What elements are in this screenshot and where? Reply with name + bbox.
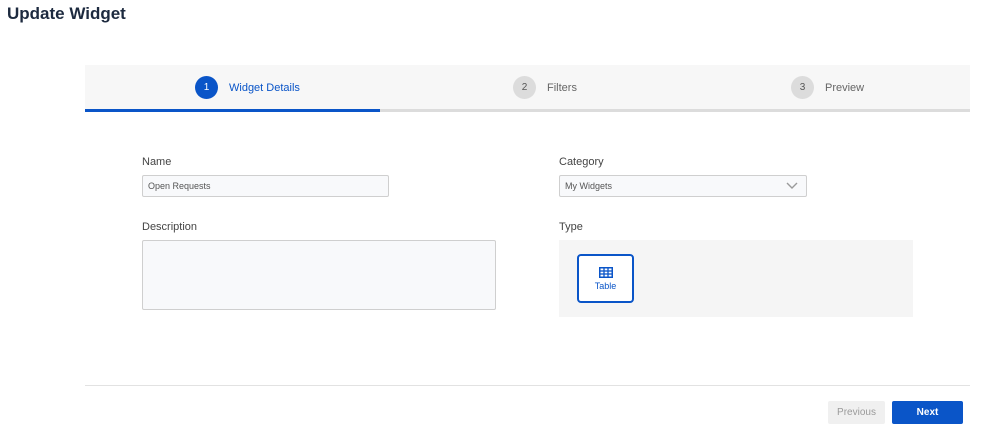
- name-label: Name: [142, 156, 172, 168]
- type-option-table[interactable]: Table: [577, 254, 634, 303]
- step-filters[interactable]: 2 Filters: [513, 76, 577, 99]
- step-label: Widget Details: [229, 81, 300, 94]
- step-number: 3: [791, 76, 814, 99]
- wizard-stepper: 1 Widget Details 2 Filters 3 Preview: [85, 65, 970, 112]
- next-button[interactable]: Next: [892, 401, 963, 424]
- name-input[interactable]: Open Requests: [142, 175, 389, 197]
- description-textarea[interactable]: [142, 240, 496, 310]
- step-label: Preview: [825, 81, 865, 94]
- type-options-panel: Table: [559, 240, 913, 317]
- category-label: Category: [559, 156, 604, 168]
- step-number: 2: [513, 76, 536, 99]
- description-label: Description: [142, 221, 198, 233]
- previous-button[interactable]: Previous: [828, 401, 885, 424]
- type-label: Type: [559, 221, 583, 233]
- table-icon: [598, 266, 613, 278]
- chevron-down-icon: [786, 182, 798, 189]
- step-preview[interactable]: 3 Preview: [791, 76, 864, 99]
- type-option-label: Table: [594, 280, 617, 291]
- step-widget-details[interactable]: 1 Widget Details: [195, 76, 300, 99]
- step-number: 1: [195, 76, 218, 99]
- category-select[interactable]: My Widgets: [559, 175, 807, 197]
- step-label: Filters: [547, 81, 577, 94]
- stepper-progress: [85, 109, 380, 112]
- name-input-value: Open Requests: [148, 181, 211, 191]
- footer-divider: [85, 385, 970, 386]
- category-select-value: My Widgets: [565, 181, 613, 191]
- page-title: Update Widget: [7, 4, 126, 23]
